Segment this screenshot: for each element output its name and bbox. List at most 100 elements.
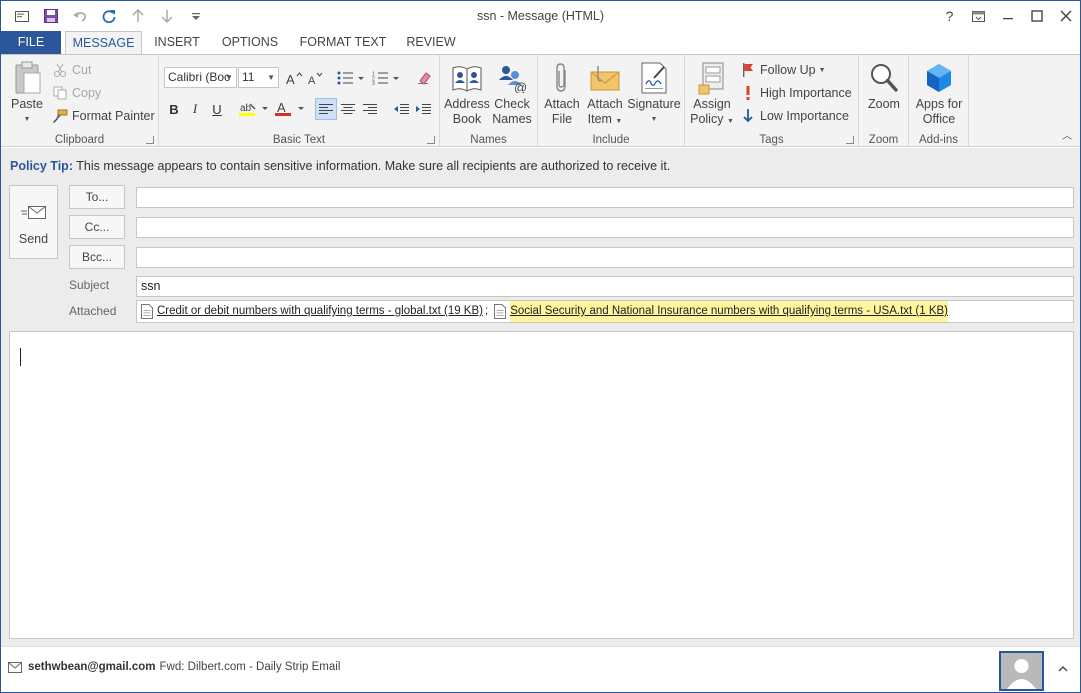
tab-review[interactable]: REVIEW (403, 31, 459, 55)
person-placeholder-icon (1001, 653, 1042, 689)
scissors-icon (51, 62, 69, 78)
expand-people-pane-icon[interactable] (1058, 663, 1068, 675)
maximize-icon[interactable] (1022, 1, 1051, 31)
people-pane-bar: sethwbean@gmail.com Fwd: Dilbert.com - D… (1, 646, 1080, 692)
window-controls: ? (935, 1, 1080, 31)
address-book-button[interactable]: Address Book (443, 59, 491, 127)
clipboard-icon (5, 59, 49, 97)
zoom-button[interactable]: Zoom (861, 59, 907, 112)
collapse-ribbon-icon[interactable]: ︿ (1062, 127, 1072, 142)
message-body-area (1, 328, 1080, 646)
help-icon[interactable]: ? (935, 1, 964, 31)
tab-options[interactable]: OPTIONS (216, 31, 284, 55)
svg-text:A: A (277, 101, 286, 115)
tab-insert[interactable]: INSERT (149, 31, 205, 55)
paste-button[interactable]: Paste ▼ (5, 59, 49, 127)
attach-file-button[interactable]: Attach File (542, 59, 582, 127)
names-group: Address Book @ Check Names Names (440, 55, 538, 147)
cut-button[interactable]: Cut (51, 60, 91, 80)
zoom-group: Zoom Zoom (859, 55, 909, 147)
check-names-icon: @ (490, 59, 534, 97)
svg-text:A: A (308, 75, 316, 85)
italic-button[interactable]: I (184, 98, 206, 120)
ribbon-tab-bar: FILE MESSAGE INSERT OPTIONS FORMAT TEXT … (1, 31, 1080, 55)
copy-button[interactable]: Copy (51, 83, 101, 103)
apps-for-office-button[interactable]: Apps for Office (911, 59, 967, 127)
font-color-icon[interactable]: A (273, 98, 307, 120)
grow-font-icon[interactable]: A (283, 67, 305, 89)
tags-group: Assign Policy ▼ Follow Up ▼ High Importa… (685, 55, 859, 147)
compose-header: Send To... Cc... Bcc... Subject ssn Atta… (1, 182, 1080, 328)
tab-file[interactable]: FILE (1, 31, 61, 55)
format-painter-button[interactable]: Format Painter (51, 106, 155, 126)
numbering-icon[interactable]: 123 (371, 67, 401, 89)
attach-item-button[interactable]: Attach Item ▼ (584, 59, 626, 129)
check-names-button[interactable]: @ Check Names (490, 59, 534, 127)
low-importance-button[interactable]: Low Importance (739, 106, 849, 126)
attachment-item-highlighted[interactable]: Social Security and National Insurance n… (494, 301, 949, 322)
assign-policy-icon (687, 59, 737, 97)
increase-indent-icon[interactable] (412, 98, 434, 120)
include-group: Attach File Attach Item ▼ Signature ▼ In… (538, 55, 685, 147)
bullets-icon[interactable] (336, 67, 366, 89)
signature-button[interactable]: Signature ▼ (626, 59, 682, 127)
assign-policy-dropdown-caret: ▼ (726, 118, 734, 125)
exclamation-icon (739, 85, 757, 101)
font-size-combo[interactable]: 11 ▼ (238, 67, 279, 88)
to-button[interactable]: To... (69, 185, 125, 209)
font-size-dropdown-caret: ▼ (267, 73, 275, 82)
basic-text-group-label: Basic Text (272, 134, 326, 146)
addins-group: Apps for Office Add-ins (909, 55, 969, 147)
addins-group-label: Add-ins (919, 134, 958, 146)
font-name-dropdown-caret: ▼ (225, 73, 233, 82)
cc-button[interactable]: Cc... (69, 215, 125, 239)
subject-field[interactable]: ssn (136, 276, 1074, 297)
align-right-icon[interactable] (359, 98, 381, 120)
clipboard-group-label: Clipboard (54, 134, 105, 146)
assign-policy-button[interactable]: Assign Policy ▼ (687, 59, 737, 129)
tags-dialog-launcher[interactable] (846, 136, 854, 144)
highlight-color-icon[interactable]: ab (237, 98, 271, 120)
include-group-label: Include (592, 134, 630, 146)
clipboard-dialog-launcher[interactable] (146, 136, 154, 144)
cc-field[interactable] (136, 217, 1074, 238)
basic-text-group: Calibri (Boc ▼ 11 ▼ A A 123 B I U ab A B… (159, 55, 440, 147)
related-message-subject[interactable]: Fwd: Dilbert.com - Daily Strip Email (160, 661, 341, 673)
minimize-icon[interactable] (993, 1, 1022, 31)
attachment-item[interactable]: Credit or debit numbers with qualifying … (141, 301, 483, 322)
clear-formatting-icon[interactable] (413, 67, 435, 89)
paperclip-icon (542, 59, 582, 97)
underline-button[interactable]: U (206, 98, 228, 120)
basic-text-dialog-launcher[interactable] (427, 136, 435, 144)
align-left-icon[interactable] (315, 98, 337, 120)
tab-message[interactable]: MESSAGE (65, 31, 142, 55)
sender-email[interactable]: sethwbean@gmail.com (28, 661, 156, 673)
text-cursor (20, 348, 21, 366)
bcc-field[interactable] (136, 247, 1074, 268)
align-center-icon[interactable] (337, 98, 359, 120)
font-name-combo[interactable]: Calibri (Boc ▼ (164, 67, 237, 88)
attach-item-dropdown-caret: ▼ (615, 118, 623, 125)
shrink-font-icon[interactable]: A (305, 67, 327, 89)
bold-button[interactable]: B (163, 98, 185, 120)
tab-format-text[interactable]: FORMAT TEXT (294, 31, 392, 55)
to-field[interactable] (136, 187, 1074, 208)
bcc-button[interactable]: Bcc... (69, 245, 125, 269)
high-importance-button[interactable]: High Importance (739, 83, 852, 103)
message-body-editor[interactable] (9, 331, 1074, 639)
policy-tip-bar: Policy Tip: This message appears to cont… (1, 148, 1080, 182)
decrease-indent-icon[interactable] (390, 98, 412, 120)
window-title: ssn - Message (HTML) (476, 9, 605, 23)
ribbon-display-icon[interactable] (964, 1, 993, 31)
svg-text:@: @ (514, 80, 527, 93)
paintbrush-icon (51, 108, 69, 124)
attachments-field: Credit or debit numbers with qualifying … (136, 300, 1074, 323)
down-arrow-importance-icon (739, 108, 757, 124)
subject-label: Subject (69, 278, 110, 292)
close-icon[interactable] (1051, 1, 1080, 31)
follow-up-button[interactable]: Follow Up ▼ (739, 60, 826, 80)
send-button[interactable]: Send (9, 185, 58, 259)
avatar[interactable] (999, 651, 1044, 691)
follow-up-dropdown-caret: ▼ (818, 66, 826, 74)
address-book-icon (443, 59, 491, 97)
